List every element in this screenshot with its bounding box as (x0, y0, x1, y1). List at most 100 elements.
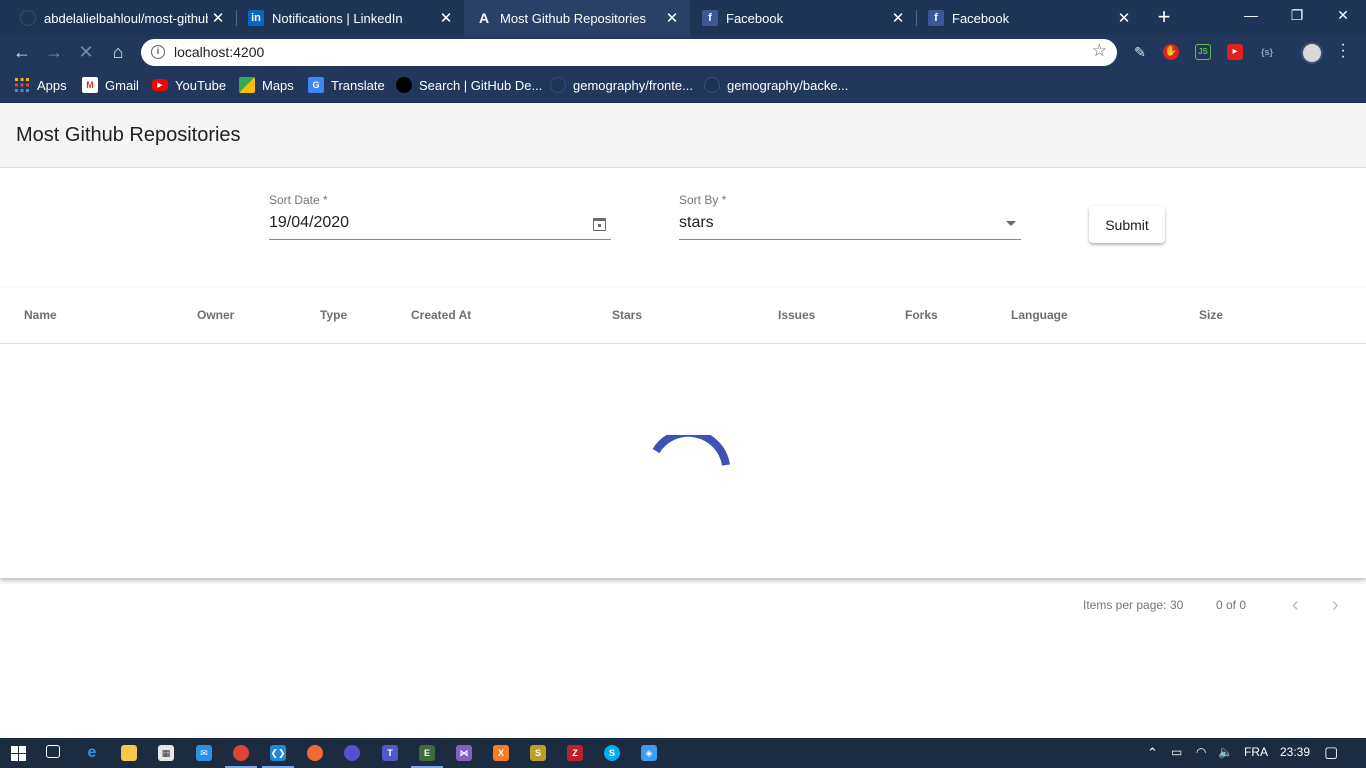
bookmark-translate[interactable]: G Translate (308, 76, 385, 94)
sort-by-field[interactable]: Sort By * stars (679, 193, 1021, 240)
bookmark-star-icon[interactable]: ☆ (1092, 41, 1107, 61)
tab-title: abdelalielbahloul/most-github (44, 10, 208, 26)
items-per-page-select[interactable]: 30 (1170, 598, 1183, 612)
tab-title: Most Github Repositories (500, 10, 646, 26)
new-tab-button[interactable]: + (1152, 6, 1176, 30)
tab-title: Notifications | LinkedIn (272, 10, 403, 26)
home-button[interactable]: ⌂ (106, 40, 130, 64)
vscode-icon[interactable]: ❮❯ (270, 745, 286, 761)
node-extension-icon[interactable]: JS (1195, 44, 1211, 60)
column-header-owner[interactable]: Owner (197, 308, 234, 322)
maps-icon (239, 77, 255, 93)
tab-linkedin[interactable]: in Notifications | LinkedIn ✕ (236, 0, 464, 36)
tab-facebook-1[interactable]: f Facebook ✕ (690, 0, 916, 36)
media-extension-icon[interactable]: ▸ (1227, 44, 1243, 60)
github-icon (396, 77, 412, 93)
table-header-row: Name Owner Type Created At Stars Issues … (0, 288, 1366, 344)
store-icon[interactable]: ▦ (158, 745, 174, 761)
mail-icon[interactable]: ✉ (196, 745, 212, 761)
terminal-icon[interactable]: E (419, 745, 435, 761)
column-header-name[interactable]: Name (24, 308, 57, 322)
bookmark-youtube[interactable]: ▶ YouTube (152, 76, 226, 94)
bookmark-label: Gmail (105, 77, 139, 93)
column-header-created-at[interactable]: Created At (411, 308, 471, 322)
bookmark-label: Apps (37, 77, 67, 93)
postman-icon[interactable] (307, 745, 323, 761)
profile-avatar[interactable] (1301, 42, 1323, 64)
calendar-icon[interactable] (593, 218, 606, 231)
bookmark-maps[interactable]: Maps (239, 76, 294, 94)
input-language[interactable]: FRA (1244, 745, 1268, 759)
sort-by-select[interactable]: stars (679, 214, 714, 232)
eclipse-icon[interactable] (344, 745, 360, 761)
back-button[interactable]: ← (10, 40, 34, 64)
sort-by-underline (679, 239, 1021, 240)
column-header-issues[interactable]: Issues (778, 308, 815, 322)
pen-extension-icon[interactable]: ✎ (1132, 44, 1148, 60)
loading-spinner (652, 435, 730, 466)
visual-studio-icon[interactable]: ⋈ (456, 745, 472, 761)
bookmark-gemography-backend[interactable]: gemography/backe... (704, 76, 848, 94)
bookmark-gmail[interactable]: M Gmail (82, 76, 139, 94)
edge-icon[interactable]: e (84, 745, 100, 761)
notifications-icon[interactable]: ▢ (1324, 743, 1338, 761)
skype-icon[interactable]: S (604, 745, 620, 761)
next-page-button[interactable]: › (1332, 594, 1339, 617)
virtualbox-icon[interactable]: ◈ (641, 745, 657, 761)
wifi-icon[interactable]: ◠ (1196, 745, 1206, 759)
previous-page-button[interactable]: ‹ (1292, 594, 1299, 617)
xampp-icon[interactable]: X (493, 745, 509, 761)
tab-most-github-repositories[interactable]: A Most Github Repositories ✕ (464, 0, 690, 36)
chevron-down-icon[interactable] (1006, 221, 1016, 226)
bookmark-label: YouTube (175, 77, 227, 93)
close-icon[interactable]: ✕ (888, 9, 908, 27)
github-icon (20, 10, 36, 26)
tab-github-repo[interactable]: abdelalielbahloul/most-github ✕ (0, 0, 236, 36)
minimize-button[interactable]: — (1228, 0, 1274, 30)
restore-button[interactable]: ❐ (1274, 0, 1320, 30)
adblock-extension-icon[interactable]: ✋ (1163, 44, 1179, 60)
site-info-icon[interactable]: i (151, 45, 165, 59)
clock[interactable]: 23:39 (1280, 745, 1310, 759)
forward-button[interactable]: → (42, 40, 66, 64)
task-view-icon[interactable] (46, 745, 60, 758)
submit-button[interactable]: Submit (1089, 206, 1165, 243)
windows-start-icon[interactable] (11, 746, 26, 761)
close-icon[interactable]: ✕ (208, 9, 228, 27)
column-header-forks[interactable]: Forks (905, 308, 938, 322)
code-extension-icon[interactable]: {s} (1259, 44, 1275, 60)
close-window-button[interactable]: ✕ (1320, 0, 1366, 30)
tab-title: Facebook (952, 10, 1010, 26)
bookmark-github-search[interactable]: Search | GitHub De... (396, 76, 542, 94)
column-header-language[interactable]: Language (1011, 308, 1068, 322)
url-text: localhost:4200 (174, 44, 265, 60)
volume-icon[interactable]: 🔈 (1218, 745, 1233, 759)
address-bar[interactable]: i localhost:4200 ☆ (141, 39, 1117, 66)
chrome-icon[interactable] (233, 745, 249, 761)
bookmark-apps[interactable]: Apps (14, 76, 67, 94)
tab-facebook-2[interactable]: f Facebook ✕ (916, 0, 1142, 36)
github-icon (550, 77, 566, 93)
column-header-size[interactable]: Size (1199, 308, 1223, 322)
battery-icon[interactable]: ▭ (1171, 745, 1182, 759)
stop-loading-button[interactable]: ✕ (74, 40, 98, 64)
chevron-up-icon[interactable]: ⌃ (1147, 745, 1158, 761)
close-icon[interactable]: ✕ (436, 9, 456, 27)
tab-title: Facebook (726, 10, 784, 26)
items-per-page-label: Items per page: (1083, 598, 1167, 612)
browser-menu-icon[interactable]: · · · (1338, 37, 1348, 65)
sort-date-input[interactable]: 19/04/2020 (269, 214, 349, 232)
column-header-type[interactable]: Type (320, 308, 347, 322)
column-header-stars[interactable]: Stars (612, 308, 642, 322)
close-icon[interactable]: ✕ (1114, 9, 1134, 27)
teams-icon[interactable]: T (382, 745, 398, 761)
bookmark-gemography-frontend[interactable]: gemography/fronte... (550, 76, 693, 94)
sort-date-field[interactable]: Sort Date * 19/04/2020 (269, 193, 611, 240)
sort-date-label: Sort Date * (269, 193, 328, 207)
bookmark-label: gemography/fronte... (573, 77, 693, 93)
gmail-icon: M (82, 77, 98, 93)
sublime-icon[interactable]: S (530, 745, 546, 761)
filezilla-icon[interactable]: Z (567, 745, 583, 761)
file-explorer-icon[interactable] (121, 745, 137, 761)
close-icon[interactable]: ✕ (662, 9, 682, 27)
